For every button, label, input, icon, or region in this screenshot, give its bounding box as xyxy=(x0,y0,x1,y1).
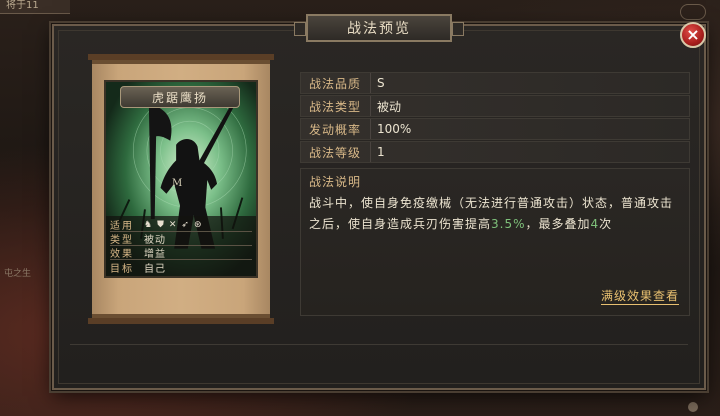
bow-icon: ✕ xyxy=(168,219,177,230)
skill-description: 战法说明 战斗中，使自身免疫缴械（无法进行普通攻击）状态，普通攻击之后，使自身造… xyxy=(300,168,690,316)
background-tab: 将于11 xyxy=(0,0,70,14)
background-label: 屯之生 xyxy=(4,269,32,279)
footer-divider xyxy=(70,344,688,345)
trigger-rate-value: 100% xyxy=(377,122,412,136)
close-button[interactable]: × xyxy=(680,22,706,48)
cavalry-icon: ♞ xyxy=(144,219,153,230)
trigger-rate-key: 发动概率 xyxy=(301,119,371,139)
target-row: 目标 自己 xyxy=(110,260,252,275)
skill-type-key: 战法类型 xyxy=(301,96,371,116)
type-row: 类型 被动 xyxy=(110,232,252,246)
damage-percent: 3.5% xyxy=(491,217,526,231)
description-title: 战法说明 xyxy=(309,175,362,189)
dialog-title: 战法预览 xyxy=(294,14,464,42)
skill-card-name: 虎踞鹰扬 xyxy=(120,86,240,108)
skill-type-value: 被动 xyxy=(377,99,402,114)
max-level-effect-link[interactable]: 满级效果查看 xyxy=(600,287,679,305)
close-icon: × xyxy=(686,25,700,44)
skill-detail-table: 战法品质 S 战法类型 被动 发动概率 100% 战法等级 1 xyxy=(300,72,690,164)
siege-icon: ⊛ xyxy=(193,219,202,230)
skill-type-row: 战法类型 被动 xyxy=(300,95,690,117)
quality-value: S xyxy=(377,76,385,90)
effect-value: 增益 xyxy=(144,249,166,260)
skill-card-info: 适用 ♞ ⛊ ✕ ➶ ⊛ 类型 被动 效果 增益 目标 自己 xyxy=(106,216,256,276)
description-part-3: 次 xyxy=(599,217,613,231)
type-value: 被动 xyxy=(144,235,166,246)
trigger-rate-row: 发动概率 100% xyxy=(300,118,690,140)
dialog-title-text: 战法预览 xyxy=(347,21,411,37)
effect-row: 效果 增益 xyxy=(110,246,252,260)
level-row: 战法等级 1 xyxy=(300,141,690,163)
level-key: 战法等级 xyxy=(301,142,371,162)
level-value: 1 xyxy=(377,145,385,159)
troop-key: 适用 xyxy=(110,221,134,232)
stack-count: 4 xyxy=(590,217,600,231)
skill-card-grade: M xyxy=(172,178,183,189)
effect-key: 效果 xyxy=(110,249,134,260)
shield-icon: ⛊ xyxy=(157,219,164,230)
skill-scroll: 虎踞鹰扬 M 适用 ♞ ⛊ ✕ ➶ ⊛ 类型 被动 效果 增益 目标 自己 xyxy=(88,54,274,324)
quality-key: 战法品质 xyxy=(301,73,371,93)
troop-icons: ♞ ⛊ ✕ ➶ ⊛ xyxy=(144,220,201,230)
background-badge xyxy=(680,4,706,20)
troop-row: 适用 ♞ ⛊ ✕ ➶ ⊛ xyxy=(110,218,252,232)
description-part-2: ，最多叠加 xyxy=(525,217,591,231)
description-text: 战斗中，使自身免疫缴械（无法进行普通攻击）状态，普通攻击之后，使自身造成兵刃伤害… xyxy=(309,193,681,235)
skill-preview-dialog: 战法预览 × 虎踞鹰扬 M 适用 ♞ ⛊ ✕ ➶ ⊛ 类型 被动 效果 增益 目… xyxy=(52,14,706,390)
skill-card: 虎踞鹰扬 M 适用 ♞ ⛊ ✕ ➶ ⊛ 类型 被动 效果 增益 目标 自己 xyxy=(104,80,258,278)
target-value: 自己 xyxy=(144,263,166,275)
target-key: 目标 xyxy=(110,263,134,275)
spear-icon: ➶ xyxy=(181,219,189,230)
background-dot xyxy=(688,402,698,412)
quality-row: 战法品质 S xyxy=(300,72,690,94)
type-key: 类型 xyxy=(110,235,134,246)
